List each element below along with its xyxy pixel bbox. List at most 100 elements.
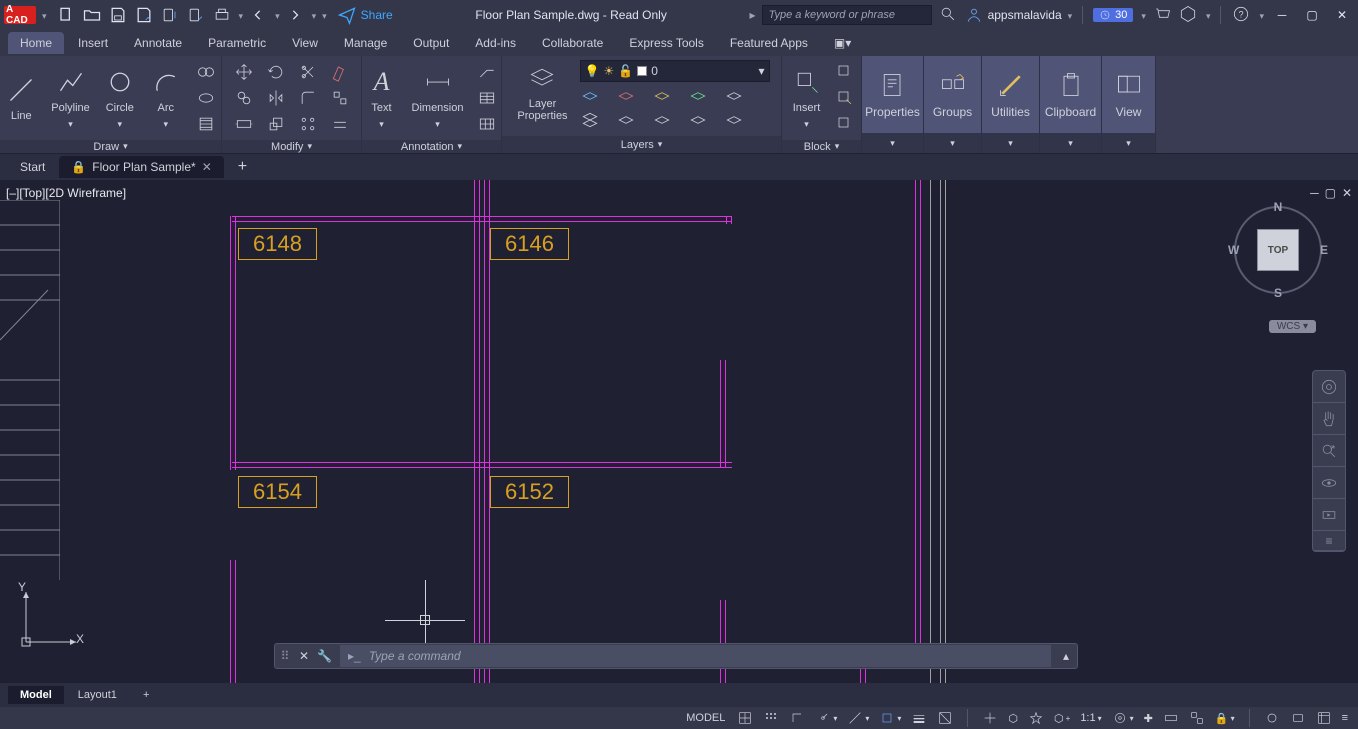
annotation-scale-icon[interactable]: ⬡ bbox=[1006, 712, 1020, 725]
layer-match-icon[interactable] bbox=[724, 86, 758, 108]
layer-make-current-icon[interactable] bbox=[688, 86, 722, 108]
tool-spline-icon[interactable] bbox=[192, 60, 220, 84]
qat-customize-dropdown[interactable] bbox=[320, 8, 327, 22]
tool-hatch-icon[interactable] bbox=[192, 112, 220, 136]
panel-modify-title[interactable]: Modify bbox=[271, 141, 303, 153]
saveas-icon[interactable] bbox=[133, 4, 155, 26]
save-web-icon[interactable] bbox=[185, 4, 207, 26]
panel-properties[interactable]: Properties ▾ bbox=[862, 56, 924, 153]
layer-copy-icon[interactable] bbox=[688, 110, 722, 132]
nav-expand-icon[interactable]: ≡ bbox=[1313, 531, 1345, 551]
tool-explode-icon[interactable] bbox=[325, 86, 355, 110]
viewcube-south[interactable]: S bbox=[1274, 286, 1282, 300]
block-attribute-icon[interactable] bbox=[833, 112, 857, 136]
tool-stretch-icon[interactable] bbox=[229, 112, 259, 136]
open-icon[interactable] bbox=[81, 4, 103, 26]
viewcube-north[interactable]: N bbox=[1274, 200, 1283, 214]
tool-ellipse-icon[interactable] bbox=[192, 86, 220, 110]
panel-view[interactable]: View ▾ bbox=[1102, 56, 1156, 153]
layer-lock-icon[interactable] bbox=[652, 86, 686, 108]
web-mobile-icon[interactable] bbox=[159, 4, 181, 26]
tool-scale-icon[interactable] bbox=[261, 112, 291, 136]
tab-home[interactable]: Home bbox=[8, 32, 64, 54]
ucs-icon[interactable]: X Y bbox=[14, 584, 84, 657]
tab-addins[interactable]: Add-ins bbox=[463, 32, 528, 54]
osnap-icon[interactable]: ▾ bbox=[877, 710, 903, 726]
annotation-monitor-icon[interactable]: ✚ bbox=[1142, 712, 1155, 725]
modelspace-button[interactable]: MODEL bbox=[684, 712, 727, 724]
panel-layers-title[interactable]: Layers bbox=[621, 139, 654, 151]
vp-minimize-icon[interactable]: ─ bbox=[1310, 186, 1319, 200]
annotation-visibility-icon[interactable] bbox=[1026, 710, 1046, 726]
vp-close-icon[interactable]: ✕ bbox=[1342, 186, 1352, 200]
drawing-canvas[interactable]: [–][Top][2D Wireframe] ─ ▢ ✕ 6148 6146 6… bbox=[0, 180, 1358, 707]
trial-dropdown[interactable] bbox=[1139, 8, 1146, 22]
tab-new-button[interactable]: + bbox=[226, 154, 259, 180]
minimize-button[interactable]: ─ bbox=[1270, 3, 1294, 27]
tool-trim-icon[interactable] bbox=[293, 60, 323, 84]
search-icon[interactable] bbox=[938, 4, 958, 27]
command-line[interactable]: ⠿ ✕ 🔧 ▸_ Type a command ▴ bbox=[274, 643, 1078, 669]
tool-array-icon[interactable] bbox=[293, 112, 323, 136]
redo-dropdown[interactable] bbox=[310, 8, 317, 22]
block-create-icon[interactable] bbox=[833, 60, 857, 84]
tab-annotate[interactable]: Annotate bbox=[122, 32, 194, 54]
cmdline-close-icon[interactable]: ✕ bbox=[295, 649, 313, 663]
undo-dropdown[interactable] bbox=[273, 8, 280, 22]
tab-express-tools[interactable]: Express Tools bbox=[617, 32, 715, 54]
tool-mirror-icon[interactable] bbox=[261, 86, 291, 110]
tab-close-icon[interactable]: ✕ bbox=[202, 160, 212, 174]
panel-utilities[interactable]: Utilities ▾ bbox=[982, 56, 1040, 153]
plot-icon[interactable] bbox=[211, 4, 233, 26]
tool-leader-icon[interactable] bbox=[473, 60, 501, 84]
units-icon[interactable] bbox=[1161, 710, 1181, 726]
cart-icon[interactable] bbox=[1152, 4, 1172, 27]
viewcube-west[interactable]: W bbox=[1228, 243, 1239, 257]
share-button[interactable]: Share bbox=[337, 5, 393, 25]
tab-featured-apps[interactable]: Featured Apps bbox=[718, 32, 820, 54]
redo-icon[interactable] bbox=[284, 4, 306, 26]
viewport-label[interactable]: [–][Top][2D Wireframe] bbox=[6, 186, 126, 200]
layer-walk-icon[interactable] bbox=[724, 110, 758, 132]
app-menu-dropdown[interactable] bbox=[40, 8, 47, 22]
app-store-dropdown[interactable] bbox=[1204, 8, 1211, 22]
help-dropdown[interactable] bbox=[1257, 8, 1264, 22]
nav-pan-icon[interactable] bbox=[1313, 403, 1345, 435]
layer-selector[interactable]: 💡 ☀ 🔓 0 ▾ bbox=[580, 60, 770, 82]
tool-dimension[interactable]: Dimension▾ bbox=[408, 64, 468, 131]
layout-tab-layout1[interactable]: Layout1 bbox=[66, 686, 129, 704]
tab-insert[interactable]: Insert bbox=[66, 32, 120, 54]
layer-unisolate-icon[interactable] bbox=[652, 110, 686, 132]
hardware-accel-icon[interactable] bbox=[1288, 710, 1308, 726]
snap-mode-icon[interactable] bbox=[761, 710, 781, 726]
user-account[interactable]: appsmalavida bbox=[964, 5, 1073, 25]
lock-ui-icon[interactable]: 🔒▾ bbox=[1213, 712, 1237, 725]
nav-orbit-icon[interactable] bbox=[1313, 467, 1345, 499]
viewcube-east[interactable]: E bbox=[1320, 243, 1328, 257]
tool-offset-icon[interactable] bbox=[325, 112, 355, 136]
tool-fillet-icon[interactable] bbox=[293, 86, 323, 110]
lineweight-icon[interactable] bbox=[909, 710, 929, 726]
layer-prev-icon[interactable] bbox=[580, 110, 614, 132]
clean-screen-icon[interactable] bbox=[1314, 710, 1334, 726]
grid-icon[interactable] bbox=[735, 710, 755, 726]
tool-copy-icon[interactable] bbox=[229, 86, 259, 110]
nav-wheel-icon[interactable] bbox=[1313, 371, 1345, 403]
layer-freeze-icon[interactable] bbox=[616, 86, 650, 108]
maximize-button[interactable]: ▢ bbox=[1300, 3, 1324, 27]
tool-line[interactable]: Line bbox=[1, 72, 41, 124]
selection-cycling-icon[interactable] bbox=[980, 710, 1000, 726]
tool-layer-properties[interactable]: Layer Properties bbox=[513, 60, 571, 124]
trial-badge[interactable]: 30 bbox=[1093, 8, 1133, 22]
customize-status-icon[interactable]: ≡ bbox=[1340, 712, 1350, 724]
tool-arc[interactable]: Arc▾ bbox=[146, 64, 186, 131]
layer-isolate-icon[interactable] bbox=[616, 110, 650, 132]
autoscale-icon[interactable]: ⬡+ bbox=[1052, 712, 1072, 725]
ribbon-collapse-icon[interactable]: ▣▾ bbox=[822, 32, 863, 54]
panel-draw-title[interactable]: Draw bbox=[93, 141, 119, 153]
panel-block-title[interactable]: Block bbox=[804, 141, 831, 153]
command-input[interactable]: ▸_ Type a command bbox=[340, 645, 1051, 667]
block-edit-icon[interactable] bbox=[833, 86, 857, 110]
tool-polyline[interactable]: Polyline▾ bbox=[47, 64, 94, 131]
layer-off-icon[interactable] bbox=[580, 86, 614, 108]
